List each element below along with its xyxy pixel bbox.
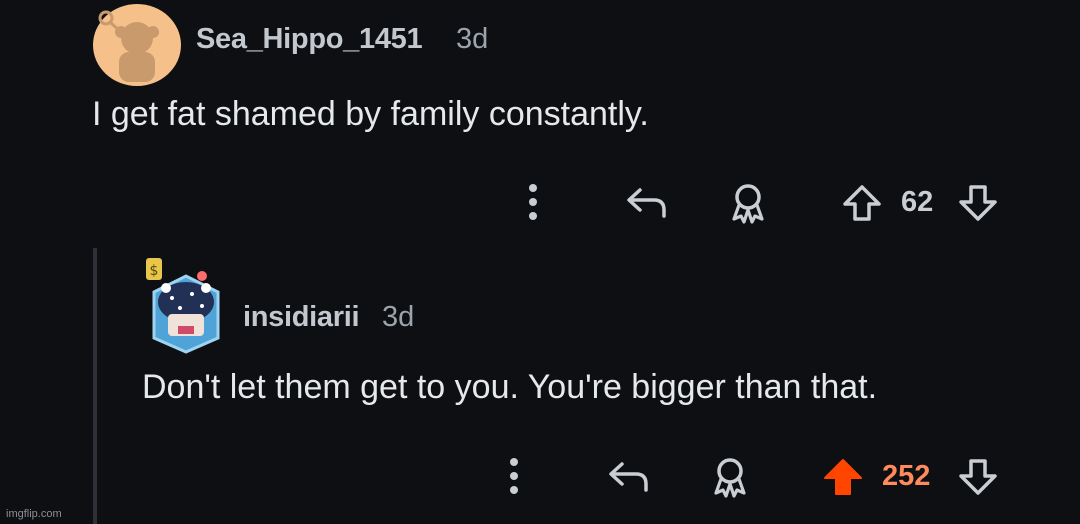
more-options-button[interactable] — [518, 182, 548, 222]
avatar[interactable]: $ — [140, 252, 232, 354]
vote-score: 252 — [882, 460, 931, 492]
upvote-icon — [843, 185, 881, 221]
award-icon — [732, 184, 764, 224]
username[interactable]: Sea_Hippo_1451 — [196, 23, 423, 56]
snoo-avatar-icon — [93, 4, 181, 86]
comment-body: Don't let them get to you. You're bigger… — [142, 368, 878, 406]
upvote-button[interactable] — [820, 456, 866, 498]
timestamp: 3d — [382, 301, 415, 333]
downvote-icon — [959, 459, 997, 495]
avatar[interactable] — [93, 4, 181, 86]
award-button[interactable] — [726, 180, 770, 226]
award-icon — [714, 458, 746, 498]
more-options-button[interactable] — [499, 456, 529, 496]
comment-body: I get fat shamed by family constantly. — [92, 95, 649, 133]
more-options-icon — [510, 458, 518, 494]
watermark: imgflip.com — [6, 508, 62, 520]
username[interactable]: insidiarii — [243, 301, 360, 334]
award-button[interactable] — [708, 454, 752, 500]
reply-button[interactable] — [604, 456, 654, 496]
reply-icon — [627, 188, 666, 218]
upvote-icon — [824, 459, 862, 495]
thread-line[interactable] — [93, 248, 97, 524]
downvote-icon — [959, 185, 997, 221]
timestamp: 3d — [456, 23, 489, 55]
vote-score: 62 — [901, 186, 934, 218]
upvote-button[interactable] — [840, 182, 884, 224]
svg-text:$: $ — [150, 263, 159, 279]
more-options-icon — [529, 184, 537, 220]
snoo-avatar-icon: $ — [146, 258, 220, 354]
reply-icon — [609, 462, 648, 492]
downvote-button[interactable] — [956, 456, 1000, 498]
downvote-button[interactable] — [956, 182, 1000, 224]
reply-button[interactable] — [622, 182, 672, 222]
